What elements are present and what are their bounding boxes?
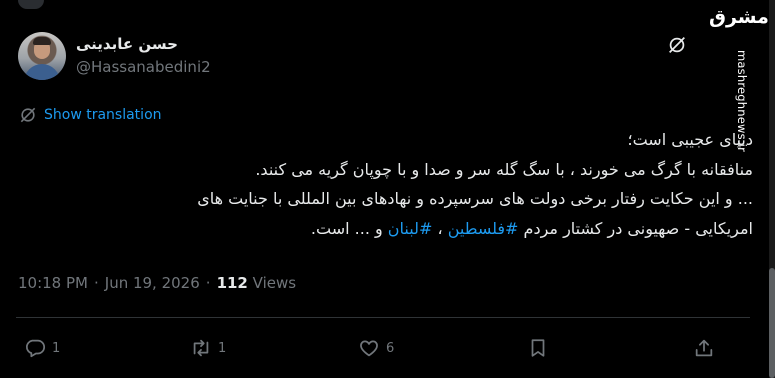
avatar[interactable] bbox=[18, 32, 66, 80]
tweet-text-segment: و ... است. bbox=[310, 218, 388, 238]
scrollbar[interactable] bbox=[769, 0, 775, 378]
watermark-logo: مشرق bbox=[709, 6, 769, 28]
share-icon bbox=[695, 339, 713, 357]
bookmark-button[interactable] bbox=[527, 330, 549, 366]
tweet-text: دنیای عجیبی است؛ منافقانه با گرگ می خورن… bbox=[16, 125, 753, 243]
hashtag-link-lebanon[interactable]: #لبنان bbox=[388, 219, 433, 238]
show-translation-button[interactable]: Show translation bbox=[18, 104, 162, 126]
meta-separator: · bbox=[93, 274, 99, 292]
like-icon bbox=[360, 340, 378, 357]
tweet-time[interactable]: 10:18 PM bbox=[18, 274, 88, 292]
like-count: 6 bbox=[386, 340, 395, 356]
tweet-meta: 10:18 PM · Jun 19, 2026 · 112 Views bbox=[18, 274, 296, 292]
tweet-text-segment: ، bbox=[432, 218, 448, 238]
tweet-text-segment: امریکایی - صهیونی در کشتار مردم bbox=[518, 218, 753, 238]
tweet-line: ... و این حکایت رفتار برخی دولت های سرسپ… bbox=[197, 189, 753, 208]
tweet-date[interactable]: Jun 19, 2026 bbox=[105, 274, 200, 292]
repost-count: 1 bbox=[218, 340, 227, 356]
divider bbox=[16, 317, 750, 318]
share-button[interactable] bbox=[693, 330, 715, 366]
repost-icon bbox=[193, 339, 209, 357]
tweet-line: منافقانه با گرگ می خورند ، با سگ گله سر … bbox=[255, 159, 753, 179]
tweet-line: امریکایی - صهیونی در کشتار مردم #فلسطین … bbox=[16, 214, 753, 244]
previous-tweet-connector bbox=[18, 0, 44, 9]
repost-button[interactable]: 1 bbox=[190, 330, 226, 366]
show-translation-label: Show translation bbox=[44, 107, 162, 123]
author-display-name[interactable]: حسن عابدینی bbox=[76, 35, 178, 53]
hashtag-link-palestine[interactable]: #فلسطین bbox=[448, 219, 519, 238]
meta-separator: · bbox=[205, 274, 211, 292]
reply-icon bbox=[25, 339, 46, 358]
reply-button[interactable]: 1 bbox=[24, 330, 60, 366]
action-bar: 1 1 6 bbox=[0, 330, 775, 366]
tweet-line: دنیای عجیبی است؛ bbox=[627, 130, 754, 149]
bookmark-icon bbox=[531, 339, 545, 357]
translate-icon bbox=[20, 107, 36, 123]
author-handle[interactable]: @Hassanabedini2 bbox=[76, 58, 211, 76]
views-label: Views bbox=[252, 274, 297, 292]
scrollbar-thumb[interactable] bbox=[769, 268, 775, 378]
reply-count: 1 bbox=[52, 340, 61, 356]
like-button[interactable]: 6 bbox=[358, 330, 394, 366]
grok-icon[interactable] bbox=[666, 34, 688, 56]
views-count: 112 bbox=[216, 274, 248, 292]
